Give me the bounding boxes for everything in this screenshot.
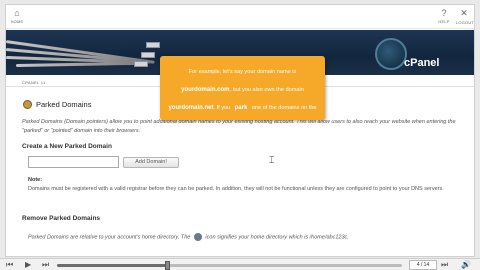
- text-cursor-icon: ⌶: [269, 155, 275, 165]
- remove-heading: Remove Parked Domains: [22, 215, 101, 222]
- play-icon[interactable]: ▶: [25, 260, 31, 269]
- home-icon: ⌂: [14, 8, 20, 18]
- cable-graphic: [15, 61, 147, 67]
- create-heading: Create a New Parked Domain: [22, 143, 112, 150]
- top-navigation: ⌂ HOME ? HELP ✕ LOGOUT: [6, 5, 474, 29]
- breadcrumb[interactable]: CPANEL 11: [22, 80, 46, 85]
- logout-label: LOGOUT: [456, 20, 475, 25]
- remove-text-part-a: Parked Domains are relative to your acco…: [28, 234, 191, 241]
- callout-text: For example, let's say your domain name …: [188, 69, 297, 75]
- home-label: HOME: [10, 19, 24, 24]
- callout-text: . If you: [213, 105, 231, 111]
- help-icon: ?: [441, 8, 447, 18]
- page-title: Parked Domains: [36, 100, 92, 109]
- next-icon[interactable]: ⏭: [441, 260, 448, 270]
- callout-text: , but you also own the domain: [229, 87, 304, 93]
- callout-bold-text: yourdomain.net: [168, 105, 214, 111]
- fast-forward-icon[interactable]: ⏭: [42, 260, 49, 270]
- home-button[interactable]: ⌂ HOME: [9, 8, 25, 24]
- add-domain-button[interactable]: Add Domain!: [123, 157, 179, 168]
- connector-graphic: [141, 52, 155, 58]
- callout-bold-text: park: [234, 105, 248, 111]
- volume-icon[interactable]: 🔊: [461, 260, 471, 269]
- progress-fill: [57, 264, 168, 267]
- logout-icon: ✕: [460, 8, 468, 18]
- help-label: HELP: [438, 19, 450, 24]
- slide-counter: 4 / 14: [409, 260, 437, 270]
- new-domain-input[interactable]: [28, 156, 119, 168]
- home-directory-icon: [193, 233, 202, 241]
- rewind-icon[interactable]: ⏮: [6, 260, 13, 270]
- progress-track[interactable]: [57, 261, 402, 270]
- video-player-controls: ⏮ ▶ ⏭ 4 / 14 ⏭ 🔊: [0, 258, 480, 270]
- callout-bold-text: yourdomain.com: [181, 87, 230, 93]
- note-label: Note:: [28, 177, 43, 183]
- logout-button[interactable]: ✕ LOGOUT: [456, 8, 475, 25]
- connector-graphic: [134, 61, 148, 67]
- parked-domains-icon: [23, 100, 32, 109]
- progress-handle[interactable]: [165, 261, 171, 270]
- cpanel-logo-icon: [375, 38, 407, 70]
- help-button[interactable]: ? HELP: [436, 8, 452, 24]
- cpanel-logo-text: cPanel: [404, 57, 440, 69]
- remove-text-part-b: icon signifies your home directory which…: [205, 234, 349, 241]
- tutorial-callout: For example, let's say your domain name …: [160, 56, 325, 129]
- connector-graphic: [146, 42, 160, 48]
- note-text: Domains must be registered with a valid …: [28, 186, 444, 192]
- remove-description: Parked Domains are relative to your acco…: [28, 233, 458, 242]
